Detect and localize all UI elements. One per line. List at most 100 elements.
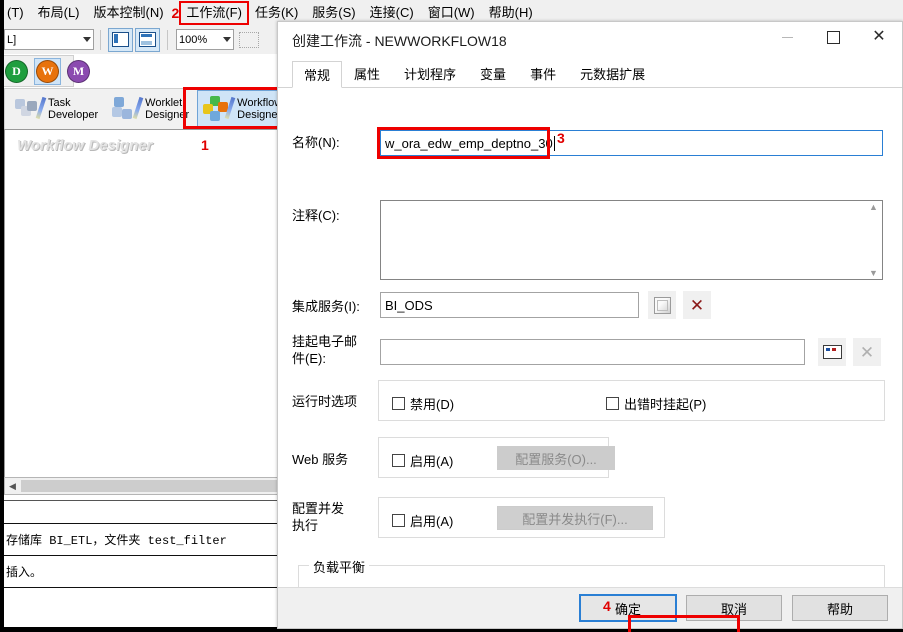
text-caret: [553, 135, 555, 151]
clear-x-icon: ✕: [689, 295, 705, 315]
cube-icon: [653, 296, 671, 314]
tab-scheduler[interactable]: 计划程序: [392, 60, 468, 87]
workflow-manager-circle-icon: W: [36, 59, 59, 83]
concurrent-exec-label: 配置并发 执行: [292, 501, 345, 533]
disable-checkbox[interactable]: [392, 397, 405, 410]
runtime-options-group: 禁用(D) 出错时挂起(P): [378, 380, 885, 421]
tab-task-developer[interactable]: Task Developer: [9, 91, 102, 127]
ok-button[interactable]: 确定: [579, 594, 677, 622]
concurrent-exec-enable-checkbox[interactable]: [392, 514, 405, 527]
integration-service-clear-button[interactable]: ✕: [683, 291, 711, 319]
menu-item-tools[interactable]: (T): [0, 2, 31, 24]
suspension-email-browse-button[interactable]: [818, 338, 846, 366]
web-service-enable-row[interactable]: 启用(A): [392, 451, 453, 470]
maximize-button[interactable]: [810, 22, 856, 52]
tool-switcher-group: D W M: [0, 55, 90, 87]
suspension-email-label: 挂起电子邮 件(E):: [292, 334, 358, 366]
configure-concurrent-exec-button: 配置并发执行(F)...: [497, 506, 653, 530]
web-service-label: Web 服务: [292, 452, 349, 467]
chevron-down-icon-zoom: [223, 37, 231, 42]
annotation-1: 1: [201, 137, 209, 153]
load-balance-fieldset: 负载平衡 服务级别: Default: [298, 557, 885, 587]
designer-circle-icon: D: [5, 59, 28, 83]
tab-metadata-extensions[interactable]: 元数据扩展: [568, 60, 657, 87]
minimize-button[interactable]: [764, 22, 810, 52]
integration-service-input[interactable]: BI_ODS: [380, 292, 639, 318]
comment-label: 注释(C):: [292, 208, 340, 223]
web-service-group: 启用(A) 配置服务(O)...: [378, 437, 615, 478]
tab-workflow-designer[interactable]: Workflow Designer: [197, 90, 288, 128]
toggle-output-button[interactable]: [135, 27, 160, 52]
minimize-icon: [781, 36, 793, 38]
fit-to-window-icon[interactable]: [239, 31, 259, 48]
concurrent-exec-enable-label: 启用(A): [410, 514, 454, 529]
dialog-tab-strip: 常规 属性 计划程序 变量 事件 元数据扩展: [278, 60, 902, 88]
dialog-title: 创建工作流 - NEWWORKFLOW18: [292, 33, 507, 49]
web-service-enable-label: 启用(A): [410, 454, 454, 469]
scrollbar-thumb[interactable]: [21, 480, 283, 492]
name-input[interactable]: w_ora_edw_emp_deptno_30: [380, 130, 883, 156]
window-controls: ✕: [764, 22, 902, 60]
disable-checkbox-row[interactable]: 禁用(D): [392, 394, 454, 413]
tab-properties[interactable]: 属性: [342, 60, 392, 87]
concurrent-exec-group: 启用(A) 配置并发执行(F)...: [378, 497, 665, 538]
integration-service-label: 集成服务(I):: [292, 299, 360, 314]
canvas-horizontal-scrollbar[interactable]: ◀: [4, 477, 285, 495]
chevron-down-icon: [83, 37, 91, 42]
load-balance-legend: 负载平衡: [309, 557, 370, 576]
integration-service-browse-button[interactable]: [648, 291, 676, 319]
dialog-titlebar[interactable]: 创建工作流 - NEWWORKFLOW18 ✕: [278, 22, 902, 60]
workflow-canvas[interactable]: Workflow Designer 1: [4, 129, 285, 483]
toggle-navigator-button[interactable]: [108, 27, 133, 52]
email-list-icon: [822, 345, 842, 359]
suspension-email-clear-button: ✕: [853, 338, 881, 366]
suspend-on-error-checkbox-label: 出错时挂起(P): [624, 397, 707, 412]
concurrent-exec-enable-row[interactable]: 启用(A): [392, 511, 453, 530]
tab-worklet-designer[interactable]: Worklet Designer: [106, 91, 193, 127]
tab-events[interactable]: 事件: [518, 60, 568, 87]
workflow-monitor-tool-wrapper[interactable]: M: [65, 58, 92, 85]
scroll-down-icon[interactable]: ▼: [869, 268, 878, 278]
suspend-on-error-checkbox-row[interactable]: 出错时挂起(P): [606, 394, 706, 413]
panel-bottom-icon: [139, 32, 156, 47]
worklet-designer-icon: [110, 95, 144, 123]
screenshot-root: (T) 布局(L) 版本控制(N) 2 工作流(F) 任务(K) 服务(S) 连…: [0, 0, 903, 632]
comment-scrollbar[interactable]: ▲ ▼: [866, 202, 881, 278]
tab-worklet-designer-label: Worklet Designer: [145, 97, 190, 121]
maximize-icon: [826, 30, 840, 44]
workflow-manager-tool-wrapper[interactable]: W: [34, 57, 61, 85]
web-service-enable-checkbox[interactable]: [392, 454, 405, 467]
configure-service-button: 配置服务(O)...: [497, 446, 615, 470]
menu-item-version-control[interactable]: 版本控制(N): [87, 2, 171, 24]
tab-general[interactable]: 常规: [292, 61, 343, 88]
workflow-monitor-circle-icon: M: [67, 59, 90, 83]
workflow-designer-icon: [202, 95, 236, 123]
close-button[interactable]: ✕: [856, 22, 902, 52]
dialog-footer: 4 确定 取消 帮助: [278, 587, 902, 628]
window-left-border: [0, 0, 4, 632]
suspension-email-input[interactable]: [380, 339, 805, 365]
zoom-combo[interactable]: 100%: [176, 29, 234, 50]
task-developer-icon: [13, 95, 47, 123]
suspend-on-error-checkbox[interactable]: [606, 397, 619, 410]
scroll-left-icon[interactable]: ◀: [5, 479, 20, 493]
name-label: 名称(N):: [292, 135, 340, 150]
designer-tool-wrapper[interactable]: D: [3, 58, 30, 85]
menu-item-layout[interactable]: 布局(L): [31, 2, 87, 24]
name-input-value: w_ora_edw_emp_deptno_30: [385, 135, 553, 151]
repository-combo-value: L]: [7, 33, 17, 46]
scroll-up-icon[interactable]: ▲: [869, 202, 878, 212]
output-line-1: 存储库 BI_ETL，文件夹 test_filter: [4, 523, 283, 556]
help-button[interactable]: 帮助: [792, 595, 888, 621]
menu-item-workflow[interactable]: 工作流(F): [179, 0, 249, 25]
repository-combo[interactable]: L]: [4, 29, 94, 50]
toolbar-separator-2: [167, 29, 168, 50]
zoom-value: 100%: [179, 33, 208, 46]
annotation-2: 2: [171, 4, 180, 21]
tab-variables[interactable]: 变量: [468, 60, 518, 87]
cancel-button[interactable]: 取消: [686, 595, 782, 621]
output-line-2: 插入。: [4, 556, 283, 588]
comment-textarea[interactable]: ▲ ▼: [380, 200, 883, 280]
output-pane: 存储库 BI_ETL，文件夹 test_filter 插入。: [4, 500, 283, 629]
annotation-3: 3: [557, 130, 565, 146]
